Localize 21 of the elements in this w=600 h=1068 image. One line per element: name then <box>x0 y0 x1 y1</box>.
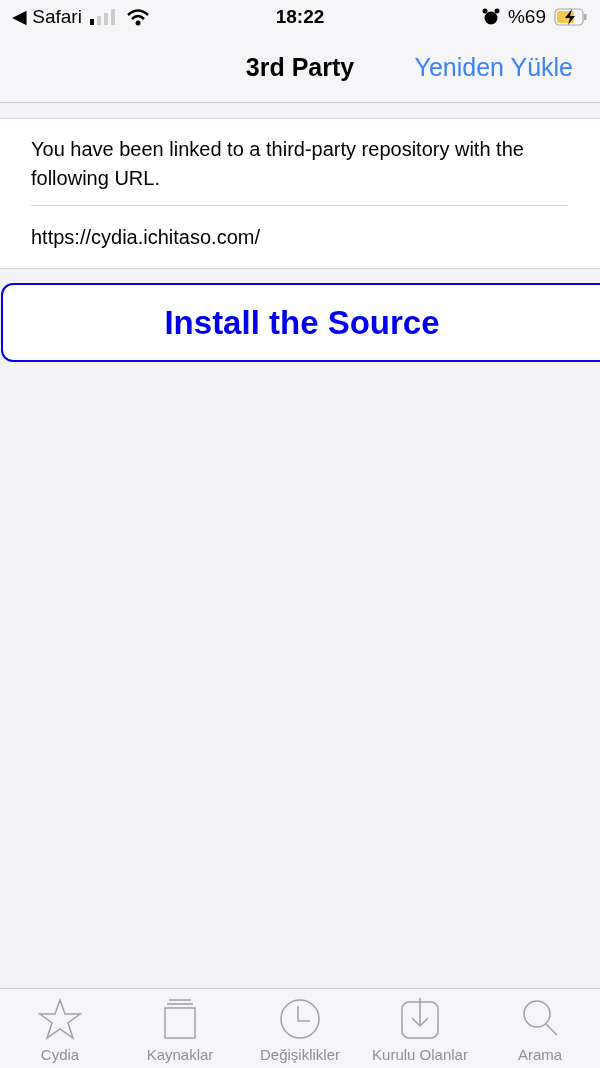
message-text: You have been linked to a third-party repository with the following URL. <box>31 137 525 191</box>
tab-item[interactable]: Kaynaklar <box>120 998 240 1068</box>
star-icon <box>38 998 82 1040</box>
signal-icon <box>89 9 118 25</box>
stack-icon <box>163 998 197 1040</box>
clock-icon <box>279 998 321 1040</box>
tab-item[interactable]: Arama <box>480 998 600 1068</box>
download-icon <box>400 998 440 1040</box>
time: 18:22 <box>275 4 325 29</box>
battery-icon <box>554 8 588 26</box>
back-app-label[interactable]: ◀ Safari <box>12 2 82 32</box>
nav-title: 3rd Party <box>245 52 355 84</box>
url-text: https://cydia.ichitaso.com/ <box>31 225 261 250</box>
wifi-icon <box>125 8 150 26</box>
battery-percent: %69 <box>507 4 546 29</box>
reload-button[interactable]: Yeniden Yükle <box>414 49 573 87</box>
alarm-icon <box>481 8 500 26</box>
tab-item[interactable]: Değişiklikler <box>240 998 360 1068</box>
tab-item[interactable]: Kurulu Olanlar <box>360 998 480 1068</box>
install-button[interactable]: Install the Source <box>1 283 600 362</box>
tab-item[interactable]: Cydia <box>0 998 120 1068</box>
